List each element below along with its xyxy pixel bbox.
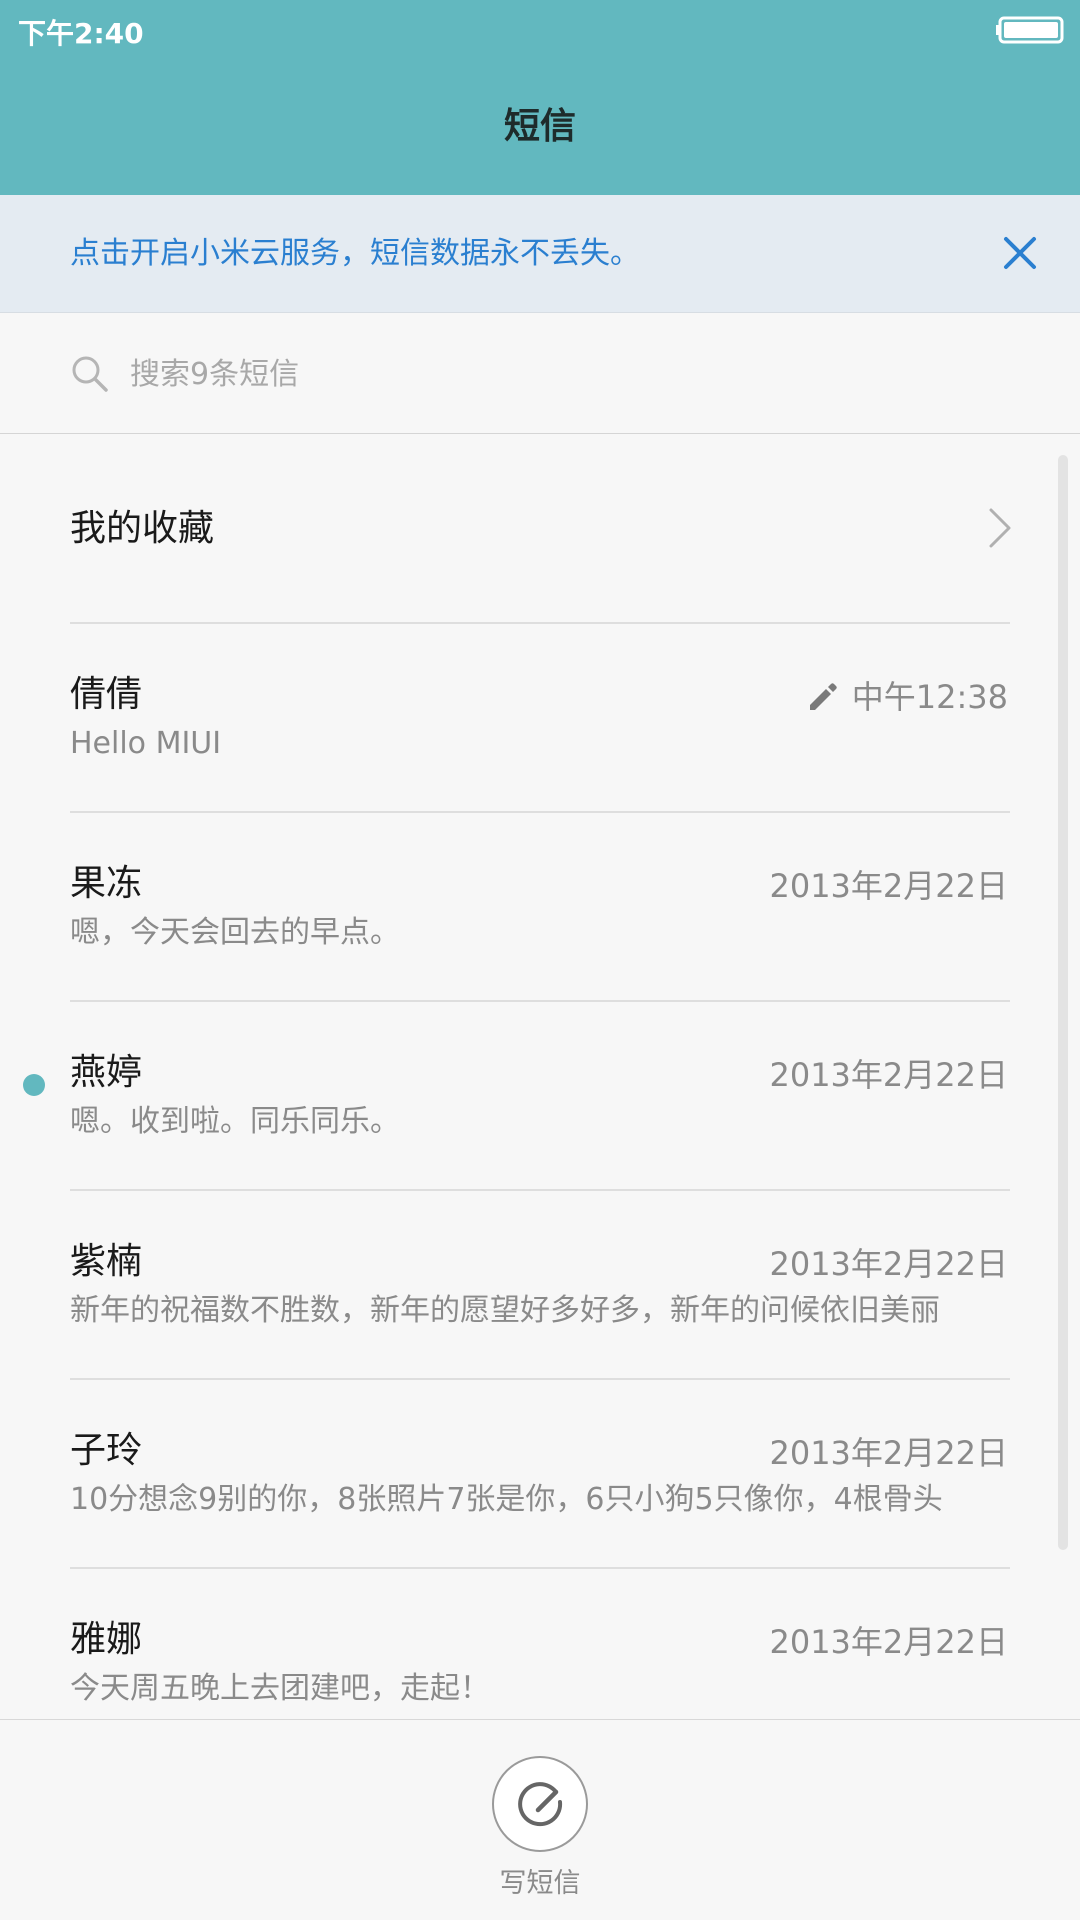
cloud-banner-text[interactable]: 点击开启小米云服务，短信数据永不丢失。 <box>70 231 640 277</box>
message-preview: 今天周五晚上去团建吧，走起！ <box>70 1671 490 1706</box>
compose-button[interactable] <box>492 1756 588 1852</box>
message-preview: 嗯。收到啦。同乐同乐。 <box>70 1104 400 1139</box>
message-preview: 嗯，今天会回去的早点。 <box>70 915 400 950</box>
search-input[interactable]: 搜索9条短信 <box>130 352 299 398</box>
conversation-item-yanting[interactable]: 燕婷 2013年2月22日 嗯。收到啦。同乐同乐。 <box>0 1002 1080 1191</box>
status-time: 下午2:40 <box>18 17 144 50</box>
message-preview: 10分想念9别的你，8张照片7张是你，6只小狗5只像你，4根骨头 <box>70 1482 943 1517</box>
battery-icon <box>996 16 1064 44</box>
conversation-item-qianqian[interactable]: 倩倩 中午12:38 Hello MIUI <box>0 624 1080 813</box>
message-preview: Hello MIUI <box>70 726 222 761</box>
cloud-banner[interactable]: 点击开启小米云服务，短信数据永不丢失。 <box>0 195 1080 313</box>
page-title: 短信 <box>503 106 576 147</box>
favorites-item[interactable]: 我的收藏 <box>0 434 1080 624</box>
compose-icon <box>518 1782 563 1827</box>
contact-name: 倩倩 <box>70 674 143 715</box>
message-time: 2013年2月22日 <box>769 867 1008 905</box>
message-time: 2013年2月22日 <box>769 1245 1008 1283</box>
message-time: 2013年2月22日 <box>769 1056 1008 1094</box>
message-time: 2013年2月22日 <box>769 1434 1008 1472</box>
search-icon <box>72 356 108 392</box>
contact-name: 果冻 <box>70 863 143 904</box>
conversation-list[interactable]: 我的收藏 倩倩 中午12:38 Hello MIUI 果冻 2013年2月22日… <box>0 434 1080 1719</box>
conversation-item-guodong[interactable]: 果冻 2013年2月22日 嗯，今天会回去的早点。 <box>0 813 1080 1002</box>
chevron-right-icon <box>989 508 1011 548</box>
scrollbar[interactable] <box>1058 455 1068 1550</box>
search-bar[interactable]: 搜索9条短信 <box>0 314 1080 434</box>
message-time: 中午12:38 <box>851 678 1008 716</box>
draft-pencil-icon <box>810 683 837 710</box>
bottom-bar: 写短信 <box>0 1719 1080 1920</box>
conversation-item-zinan[interactable]: 紫楠 2013年2月22日 新年的祝福数不胜数，新年的愿望好多好多，新年的问候依… <box>0 1191 1080 1380</box>
contact-name: 紫楠 <box>70 1241 143 1282</box>
conversation-item-yana[interactable]: 雅娜 2013年2月22日 今天周五晚上去团建吧，走起！ <box>0 1569 1080 1719</box>
contact-name: 雅娜 <box>70 1619 143 1660</box>
contact-name: 子玲 <box>70 1430 143 1471</box>
message-time: 2013年2月22日 <box>769 1623 1008 1661</box>
unread-dot-icon <box>23 1074 45 1096</box>
compose-label[interactable]: 写短信 <box>0 1864 1080 1904</box>
app-header: 下午2:40 短信 <box>0 0 1080 195</box>
messages-screen: 下午2:40 短信 点击开启小米云服务，短信数据永不丢失。 搜索9条短信 我的收… <box>0 0 1080 1920</box>
favorites-label: 我的收藏 <box>70 508 215 549</box>
message-preview: 新年的祝福数不胜数，新年的愿望好多好多，新年的问候依旧美丽 <box>70 1293 940 1328</box>
conversation-item-ziling[interactable]: 子玲 2013年2月22日 10分想念9别的你，8张照片7张是你，6只小狗5只像… <box>0 1380 1080 1569</box>
contact-name: 燕婷 <box>70 1052 143 1093</box>
close-icon[interactable] <box>998 231 1042 275</box>
